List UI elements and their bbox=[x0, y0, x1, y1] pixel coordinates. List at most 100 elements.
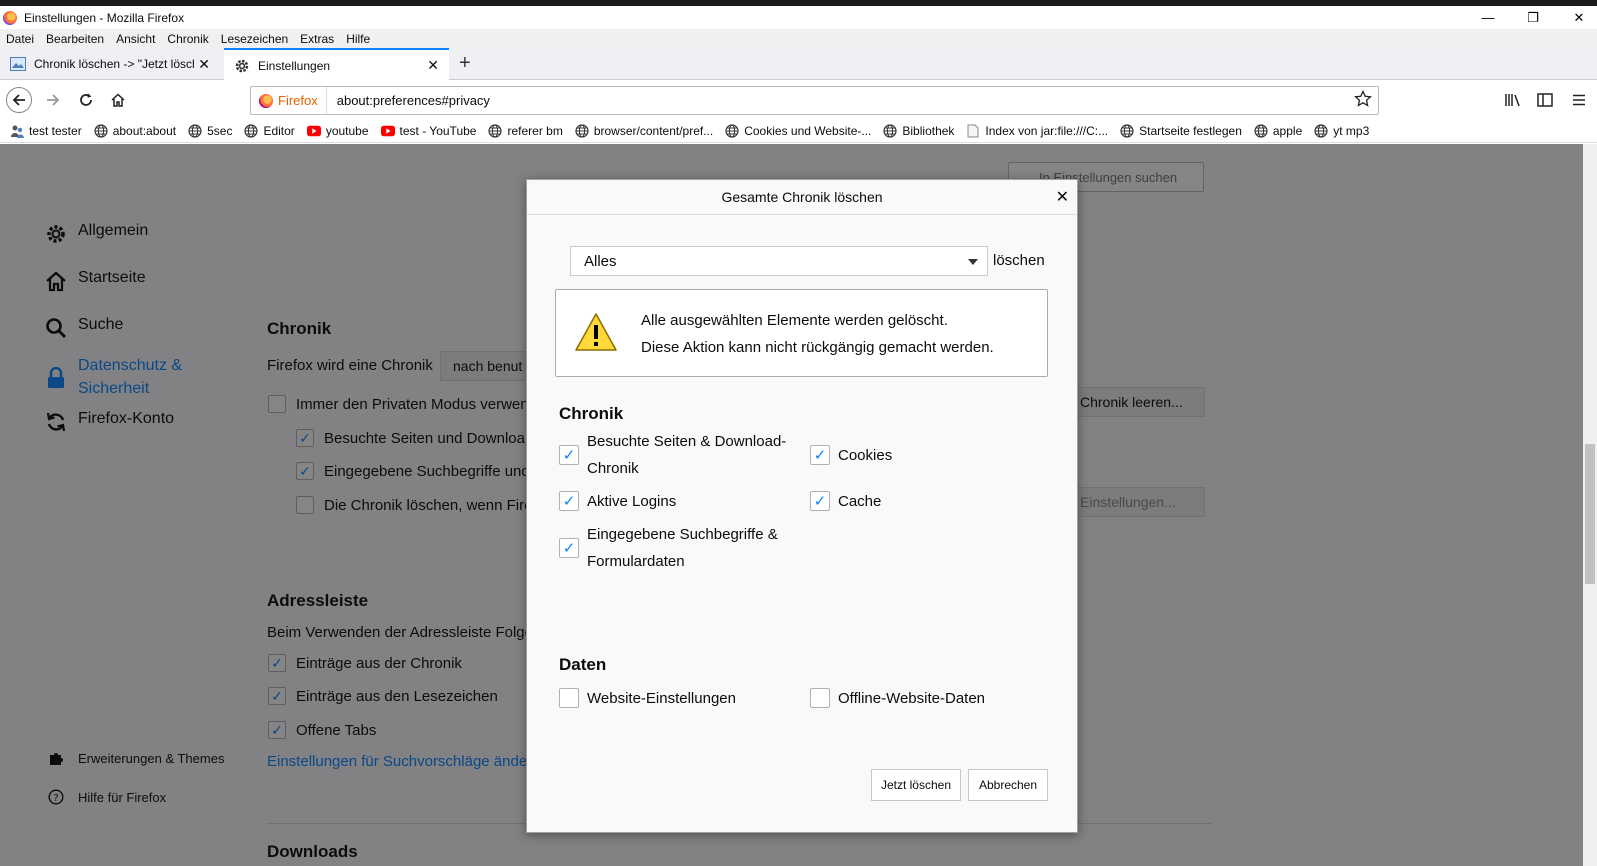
bookmark-star-icon[interactable] bbox=[1354, 89, 1372, 111]
library-icon[interactable] bbox=[1500, 87, 1526, 113]
time-range-suffix: löschen bbox=[993, 252, 1045, 269]
checkbox-label-line-1: Eingegebene Suchbegriffe & bbox=[587, 526, 778, 543]
bookmark-item[interactable]: 5sec bbox=[188, 124, 232, 138]
jetzt-loeschen-button[interactable]: Jetzt löschen bbox=[871, 769, 961, 801]
checkbox-website-einstellungen[interactable] bbox=[559, 688, 579, 708]
globe-icon bbox=[1254, 123, 1268, 138]
bookmark-item[interactable]: test tester bbox=[10, 124, 82, 138]
bookmark-label: referer bm bbox=[507, 123, 563, 138]
page-icon bbox=[966, 124, 980, 138]
tab-close-icon[interactable]: ✕ bbox=[427, 57, 439, 74]
chevron-down-icon bbox=[968, 259, 978, 265]
checkbox-offline-website-daten[interactable] bbox=[810, 688, 830, 708]
navigation-bar: Firefox about:preferences#privacy bbox=[0, 81, 1597, 119]
bookmark-item[interactable]: Editor bbox=[244, 123, 295, 138]
bookmark-item[interactable]: apple bbox=[1254, 124, 1302, 138]
bookmark-item[interactable]: browser/content/pref... bbox=[575, 124, 713, 138]
hamburger-menu-icon[interactable] bbox=[1566, 87, 1592, 113]
minimize-button[interactable]: — bbox=[1465, 6, 1511, 29]
bookmark-label: 5sec bbox=[207, 123, 233, 138]
new-tab-icon[interactable]: + bbox=[459, 52, 471, 75]
time-range-value: Alles bbox=[584, 253, 617, 270]
identity-box[interactable]: Firefox bbox=[251, 87, 327, 114]
checkbox-aktive-logins[interactable]: ✓ bbox=[559, 491, 579, 511]
bookmark-item[interactable]: referer bm bbox=[488, 123, 563, 138]
globe-icon bbox=[575, 123, 589, 138]
url-text[interactable]: about:preferences#privacy bbox=[337, 93, 490, 108]
menu-bearbeiten[interactable]: Bearbeiten bbox=[46, 32, 104, 46]
menu-ansicht[interactable]: Ansicht bbox=[116, 32, 155, 46]
bookmark-item[interactable]: youtube bbox=[306, 123, 369, 138]
bookmark-item[interactable]: Bibliothek bbox=[883, 124, 954, 138]
globe-icon bbox=[725, 123, 739, 138]
scrollbar-thumb[interactable] bbox=[1585, 444, 1595, 584]
checkbox-cache[interactable]: ✓ bbox=[810, 491, 830, 511]
people-icon bbox=[10, 124, 24, 138]
reload-icon[interactable] bbox=[73, 87, 99, 113]
bookmark-item[interactable]: Cookies und Website-... bbox=[725, 124, 871, 138]
checkbox-label: Besuchte Seiten & Download- Chronik bbox=[587, 428, 786, 482]
bookmark-label: apple bbox=[1272, 123, 1303, 138]
time-range-select[interactable]: Alles bbox=[570, 246, 988, 276]
dialog-heading-daten: Daten bbox=[559, 655, 607, 674]
menu-hilfe[interactable]: Hilfe bbox=[346, 32, 370, 46]
bookmark-label: Index von jar:file:///C:... bbox=[985, 123, 1109, 138]
bookmark-item[interactable]: test - YouTube bbox=[380, 124, 476, 138]
bookmark-item[interactable]: Index von jar:file:///C:... bbox=[966, 124, 1108, 138]
close-window-button[interactable]: ✕ bbox=[1556, 6, 1597, 29]
checkbox-label: Cookies bbox=[838, 447, 893, 464]
menu-datei[interactable]: Datei bbox=[6, 32, 34, 46]
checkbox-suchbegriffe-formulardaten[interactable]: ✓ bbox=[559, 538, 579, 558]
close-icon[interactable]: ✕ bbox=[1056, 187, 1069, 207]
bookmark-item[interactable]: yt mp3 bbox=[1314, 124, 1369, 138]
checkbox-label: Offline-Website-Daten bbox=[838, 690, 986, 707]
menu-lesezeichen[interactable]: Lesezeichen bbox=[221, 32, 288, 46]
globe-icon bbox=[883, 123, 897, 138]
bookmark-label: about:about bbox=[112, 123, 177, 138]
warning-icon bbox=[574, 312, 618, 355]
image-icon bbox=[10, 56, 26, 72]
checkbox-besuchte-seiten-download[interactable]: ✓ bbox=[559, 445, 579, 465]
warning-box: Alle ausgewählten Elemente werden gelösc… bbox=[555, 289, 1048, 377]
dialog-header: Gesamte Chronik löschen ✕ bbox=[527, 180, 1077, 215]
globe-icon bbox=[94, 123, 108, 138]
checkbox-label: Eingegebene Suchbegriffe & Formulardaten bbox=[587, 521, 778, 575]
bookmarks-toolbar: test tester about:about 5sec Editor youtube t… bbox=[0, 119, 1597, 143]
bookmark-item[interactable]: Startseite festlegen bbox=[1120, 124, 1242, 138]
bookmark-label: Bibliothek bbox=[902, 123, 955, 138]
firefox-logo-icon bbox=[3, 10, 17, 25]
back-icon[interactable] bbox=[6, 87, 32, 113]
tab-einstellungen[interactable]: Einstellungen ✕ bbox=[224, 48, 449, 81]
bookmark-label: youtube bbox=[325, 123, 369, 138]
bookmark-label: Editor bbox=[263, 123, 295, 138]
menu-extras[interactable]: Extras bbox=[300, 32, 334, 46]
tab-chronik-loeschen[interactable]: Chronik löschen -> "Jetzt lösch ✕ bbox=[0, 48, 220, 80]
youtube-icon bbox=[380, 124, 395, 138]
bookmark-label: test tester bbox=[29, 123, 82, 138]
abbrechen-button[interactable]: Abbrechen bbox=[968, 769, 1048, 801]
bookmark-label: Cookies und Website-... bbox=[744, 123, 872, 138]
bookmark-label: yt mp3 bbox=[1333, 123, 1370, 138]
checkbox-label-line-2: Chronik bbox=[587, 460, 639, 477]
globe-icon bbox=[244, 123, 259, 138]
globe-icon bbox=[1314, 123, 1328, 138]
bookmark-label: browser/content/pref... bbox=[593, 123, 714, 138]
checkbox-label-line-2: Formulardaten bbox=[587, 553, 685, 570]
tab-close-icon[interactable]: ✕ bbox=[198, 56, 210, 73]
checkbox-cookies[interactable]: ✓ bbox=[810, 445, 830, 465]
page-scrollbar[interactable] bbox=[1583, 144, 1597, 866]
bookmark-item[interactable]: about:about bbox=[94, 124, 176, 138]
home-icon[interactable] bbox=[105, 87, 131, 113]
firefox-icon bbox=[259, 93, 273, 108]
url-bar[interactable]: Firefox about:preferences#privacy bbox=[250, 86, 1379, 115]
menu-chronik[interactable]: Chronik bbox=[167, 32, 208, 46]
checkbox-label: Aktive Logins bbox=[587, 493, 677, 510]
forward-icon[interactable] bbox=[40, 87, 66, 113]
tab-strip: Chronik löschen -> "Jetzt lösch ✕ Einste… bbox=[0, 48, 1597, 81]
clear-history-dialog: Gesamte Chronik löschen ✕ Alles löschen … bbox=[526, 179, 1078, 833]
sidebar-toggle-icon[interactable] bbox=[1532, 87, 1558, 113]
globe-icon bbox=[1120, 123, 1134, 138]
checkbox-label-line-1: Besuchte Seiten & Download- bbox=[587, 433, 787, 450]
restore-button[interactable]: ❐ bbox=[1510, 6, 1556, 29]
menu-bar: Datei Bearbeiten Ansicht Chronik Lesezei… bbox=[0, 29, 1597, 48]
